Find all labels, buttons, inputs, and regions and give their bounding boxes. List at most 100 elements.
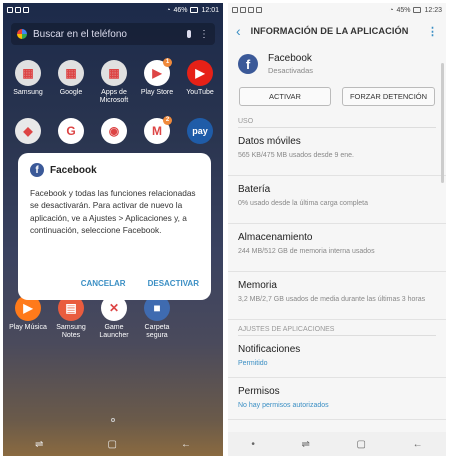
app-shortcut[interactable]: ■ Carpeta segura	[134, 295, 180, 340]
app-label: YouTube	[186, 89, 214, 96]
microphone-icon[interactable]	[187, 30, 191, 38]
gmail-icon: M2	[144, 116, 172, 144]
app-name: Facebook	[268, 53, 312, 64]
home-screen: ◔ 46% 12:01 Buscar en el teléfono ⋮ ▦ Sam…	[3, 3, 223, 456]
app-shortcut[interactable]: ▦ Google	[48, 60, 94, 97]
back-icon[interactable]: ←	[413, 439, 423, 450]
item-title: Memoria	[238, 280, 277, 291]
activate-button[interactable]: ACTIVAR	[239, 87, 331, 106]
settings-list: Notificaciones Permitido Permisos No hay pe…	[228, 336, 446, 420]
item-title: Batería	[238, 184, 271, 195]
app-shortcut[interactable]: ▶ Play Música	[5, 295, 51, 332]
clock: 12:01	[201, 6, 219, 14]
app-shortcut[interactable]: G	[48, 118, 94, 147]
samsung-folder-icon: ▦	[15, 60, 41, 86]
app-shortcut[interactable]: ▶ 1 Play Store	[134, 58, 180, 97]
chrome-icon: ◉	[101, 118, 127, 144]
item-subtitle: No hay permisos autorizados	[238, 402, 329, 409]
home-page-indicator	[111, 418, 115, 422]
app-label: Play Store	[140, 89, 174, 96]
item-subtitle: 3,2 MB/2,7 GB usados de media durante la…	[238, 296, 426, 303]
app-label: Carpeta segura	[144, 324, 170, 339]
disable-dialog: f Facebook Facebook y todas las funcione…	[18, 153, 211, 300]
dialog-message: Facebook y todas las funciones relaciona…	[30, 188, 196, 236]
app-header: f Facebook Desactivadas	[228, 45, 446, 83]
cancel-button[interactable]: CANCELAR	[81, 279, 126, 288]
app-shortcut[interactable]: ▤ Samsung Notes	[48, 295, 94, 340]
section-header-uso: USO	[238, 118, 254, 125]
app-status: Desactivadas	[268, 66, 314, 75]
force-stop-button[interactable]: FORZAR DETENCIÓN	[342, 87, 435, 106]
back-icon[interactable]: ←	[181, 439, 191, 450]
settings-list-item[interactable]: Notificaciones Permitido	[228, 336, 446, 378]
app-shortcut[interactable]: ▶ YouTube	[177, 60, 223, 97]
app-shortcut[interactable]: pay	[177, 118, 223, 147]
usage-list: Datos móviles 565 KB/475 MB usados desde …	[228, 128, 446, 320]
facebook-icon: f	[238, 54, 258, 74]
item-subtitle: 565 KB/475 MB usados desde 9 ene.	[238, 152, 354, 159]
item-title: Datos móviles	[238, 136, 301, 147]
app-shortcut[interactable]: ✕ Game Launcher	[91, 295, 137, 340]
screenshot-composite: ◔ 46% 12:01 Buscar en el teléfono ⋮ ▦ Sam…	[0, 0, 450, 459]
facebook-icon: f	[30, 163, 44, 177]
samsung-pay-icon: pay	[187, 118, 213, 144]
navigation-bar: ⇌ ▢ ←	[3, 432, 223, 456]
google-icon	[17, 29, 27, 39]
notification-icons	[232, 7, 262, 13]
back-arrow-icon[interactable]: ‹	[236, 23, 241, 39]
home-icon[interactable]: ▢	[107, 439, 116, 450]
app-shortcut[interactable]: ▦ Samsung	[5, 60, 51, 97]
page-title: INFORMACIÓN DE LA APLICACIÓN	[250, 26, 409, 36]
status-bar: ◔ 46% 12:01	[3, 3, 223, 17]
clock: 12:23	[424, 6, 442, 14]
deactivate-button[interactable]: DESACTIVAR	[148, 279, 199, 288]
item-title: Almacenamiento	[238, 232, 313, 243]
notification-badge: 2	[163, 116, 172, 125]
item-subtitle: 244 MB/512 GB de memoria interna usados	[238, 248, 375, 255]
settings-list-item[interactable]: Datos móviles 565 KB/475 MB usados desde …	[228, 128, 446, 176]
status-bar: ◔ 45% 12:23	[228, 3, 446, 17]
battery-percent: 46%	[173, 6, 188, 14]
app-shortcut[interactable]: ◉	[91, 118, 137, 147]
section-header-ajustes: AJUSTES DE APLICACIONES	[238, 326, 335, 333]
dialog-title: Facebook	[50, 164, 97, 176]
wifi-icon: ◔	[166, 6, 171, 14]
scrollbar[interactable]	[441, 63, 444, 183]
app-label: Samsung	[13, 89, 43, 96]
battery-percent: 45%	[396, 6, 411, 14]
notification-icons	[7, 7, 29, 13]
nav-dot-icon: •	[251, 438, 255, 450]
notification-badge: 1	[163, 58, 172, 67]
more-options-icon[interactable]: ⋮	[427, 25, 438, 38]
app-label: Samsung Notes	[56, 324, 86, 339]
settings-list-item[interactable]: Memoria 3,2 MB/2,7 GB usados de media dur…	[228, 272, 446, 320]
settings-list-item[interactable]: Permisos No hay permisos autorizados	[228, 378, 446, 420]
app-shortcut[interactable]: M2	[134, 116, 180, 147]
more-options-icon[interactable]: ⋮	[199, 29, 209, 40]
app-label: Apps de Microsoft	[99, 89, 129, 104]
app-label: Google	[59, 89, 83, 96]
recents-icon[interactable]: ⇌	[302, 439, 310, 450]
item-title: Permisos	[238, 386, 280, 397]
item-subtitle: Permitido	[238, 360, 268, 367]
wifi-icon: ◔	[389, 6, 394, 14]
item-title: Notificaciones	[238, 344, 301, 355]
play-store-icon: ▶ 1	[144, 58, 172, 86]
app-bar: ‹ INFORMACIÓN DE LA APLICACIÓN ⋮	[228, 17, 446, 45]
search-placeholder: Buscar en el teléfono	[33, 28, 127, 40]
app-info-screen: ◔ 45% 12:23 ‹ INFORMACIÓN DE LA APLICACI…	[228, 3, 446, 456]
google-folder-icon: ▦	[58, 60, 84, 86]
app-shortcut[interactable]: ◆	[5, 118, 51, 147]
home-icon[interactable]: ▢	[357, 439, 366, 450]
maps-icon: ◆	[15, 118, 41, 144]
youtube-icon: ▶	[187, 60, 213, 86]
settings-list-item[interactable]: Almacenamiento 244 MB/512 GB de memoria i…	[228, 224, 446, 272]
app-shortcut[interactable]: ▦ Apps de Microsoft	[91, 60, 137, 105]
settings-list-item[interactable]: Batería 0% usado desde la última carga co…	[228, 176, 446, 224]
app-label: Play Música	[9, 324, 47, 331]
item-subtitle: 0% usado desde la última carga completa	[238, 200, 368, 207]
search-bar[interactable]: Buscar en el teléfono ⋮	[11, 23, 215, 45]
navigation-bar: • ⇌ ▢ ←	[228, 432, 446, 456]
recents-icon[interactable]: ⇌	[35, 439, 43, 450]
battery-icon	[190, 7, 199, 13]
